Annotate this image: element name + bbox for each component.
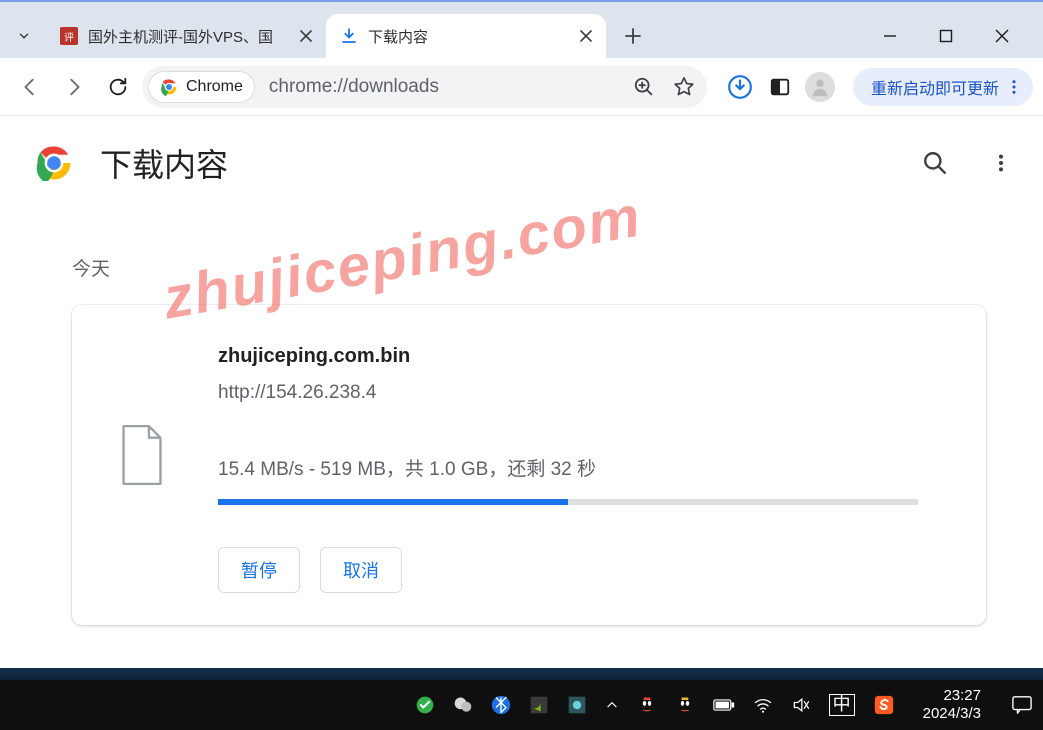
- page-title: 下载内容: [100, 140, 228, 186]
- downloads-header: 下载内容: [0, 116, 1043, 210]
- tray-battery-icon[interactable]: [713, 698, 735, 712]
- taskbar-clock[interactable]: 23:27 2024/3/3: [923, 687, 981, 723]
- update-chip[interactable]: 重新启动即可更新: [853, 68, 1033, 106]
- tray-app1-icon[interactable]: [567, 695, 587, 715]
- tray-wechat-icon[interactable]: [453, 695, 473, 715]
- tray-shield-icon[interactable]: [415, 695, 435, 715]
- favicon-icon: 评: [60, 27, 78, 45]
- download-icon: [340, 27, 358, 45]
- chrome-logo-icon: [36, 145, 72, 181]
- clock-time: 23:27: [943, 687, 981, 705]
- download-url[interactable]: http://154.26.238.4: [218, 382, 918, 404]
- progress-fill: [218, 499, 568, 505]
- reload-button[interactable]: [98, 67, 138, 107]
- file-icon: [112, 425, 172, 593]
- tab-close-button[interactable]: [296, 26, 316, 46]
- bookmark-icon[interactable]: [667, 70, 701, 104]
- new-tab-button[interactable]: [616, 19, 650, 53]
- pause-button[interactable]: 暂停: [218, 547, 300, 593]
- tray-volume-icon[interactable]: [791, 695, 811, 715]
- back-button[interactable]: [10, 67, 50, 107]
- downloads-content: zhujiceping.com 今天 zhujiceping.com.bin h…: [0, 254, 1043, 625]
- tab-active[interactable]: 下载内容: [326, 14, 606, 58]
- omnibox[interactable]: Chrome chrome://downloads: [142, 66, 707, 108]
- forward-button[interactable]: [54, 67, 94, 107]
- download-info: zhujiceping.com.bin http://154.26.238.4 …: [218, 345, 918, 593]
- tray-sogou-icon[interactable]: [873, 694, 895, 716]
- notifications-button[interactable]: [1007, 690, 1037, 720]
- close-window-button[interactable]: [989, 23, 1015, 49]
- url-text: chrome://downloads: [269, 76, 621, 98]
- address-bar: Chrome chrome://downloads 重新启动即可更新: [0, 58, 1043, 116]
- tab-title: 国外主机测评-国外VPS、国: [88, 26, 286, 47]
- download-card: zhujiceping.com.bin http://154.26.238.4 …: [72, 305, 986, 625]
- progress-bar: [218, 499, 918, 505]
- window-titlebar: 评 国外主机测评-国外VPS、国 下载内容: [0, 0, 1043, 58]
- extensions-row: 重新启动即可更新: [725, 68, 1033, 106]
- tray-bluetooth-icon[interactable]: [491, 695, 511, 715]
- tab-close-button[interactable]: [576, 26, 596, 46]
- site-chip-label: Chrome: [186, 78, 243, 96]
- site-chip[interactable]: Chrome: [148, 71, 255, 103]
- sidepanel-icon[interactable]: [765, 72, 795, 102]
- search-downloads-button[interactable]: [917, 145, 953, 181]
- download-stats: 15.4 MB/s - 519 MB，共 1.0 GB，还剩 32 秒: [218, 454, 918, 481]
- tray-ime-indicator[interactable]: 中: [829, 694, 855, 716]
- download-filename: zhujiceping.com.bin: [218, 345, 918, 368]
- clock-date: 2024/3/3: [923, 705, 981, 723]
- tray-nvidia-icon[interactable]: [529, 695, 549, 715]
- system-tray: 中 23:27 2024/3/3: [415, 687, 1037, 723]
- downloads-ext-icon[interactable]: [725, 72, 755, 102]
- tray-qq2-icon[interactable]: [675, 694, 695, 716]
- update-label: 重新启动即可更新: [871, 75, 999, 99]
- window-controls: [877, 23, 1035, 49]
- tabs-dropdown-button[interactable]: [8, 20, 40, 52]
- profile-avatar[interactable]: [805, 72, 835, 102]
- taskbar: 中 23:27 2024/3/3: [0, 680, 1043, 730]
- minimize-button[interactable]: [877, 23, 903, 49]
- zoom-icon[interactable]: [627, 70, 661, 104]
- date-header: 今天: [72, 254, 1003, 281]
- maximize-button[interactable]: [933, 23, 959, 49]
- tab-inactive-1[interactable]: 评 国外主机测评-国外VPS、国: [46, 14, 326, 58]
- desktop-strip: [0, 668, 1043, 680]
- tray-qq-icon[interactable]: [637, 694, 657, 716]
- tab-title: 下载内容: [368, 26, 566, 47]
- more-button[interactable]: [983, 145, 1019, 181]
- tray-wifi-icon[interactable]: [753, 695, 773, 715]
- tray-chevron-up-icon[interactable]: [605, 698, 619, 712]
- cancel-button[interactable]: 取消: [320, 547, 402, 593]
